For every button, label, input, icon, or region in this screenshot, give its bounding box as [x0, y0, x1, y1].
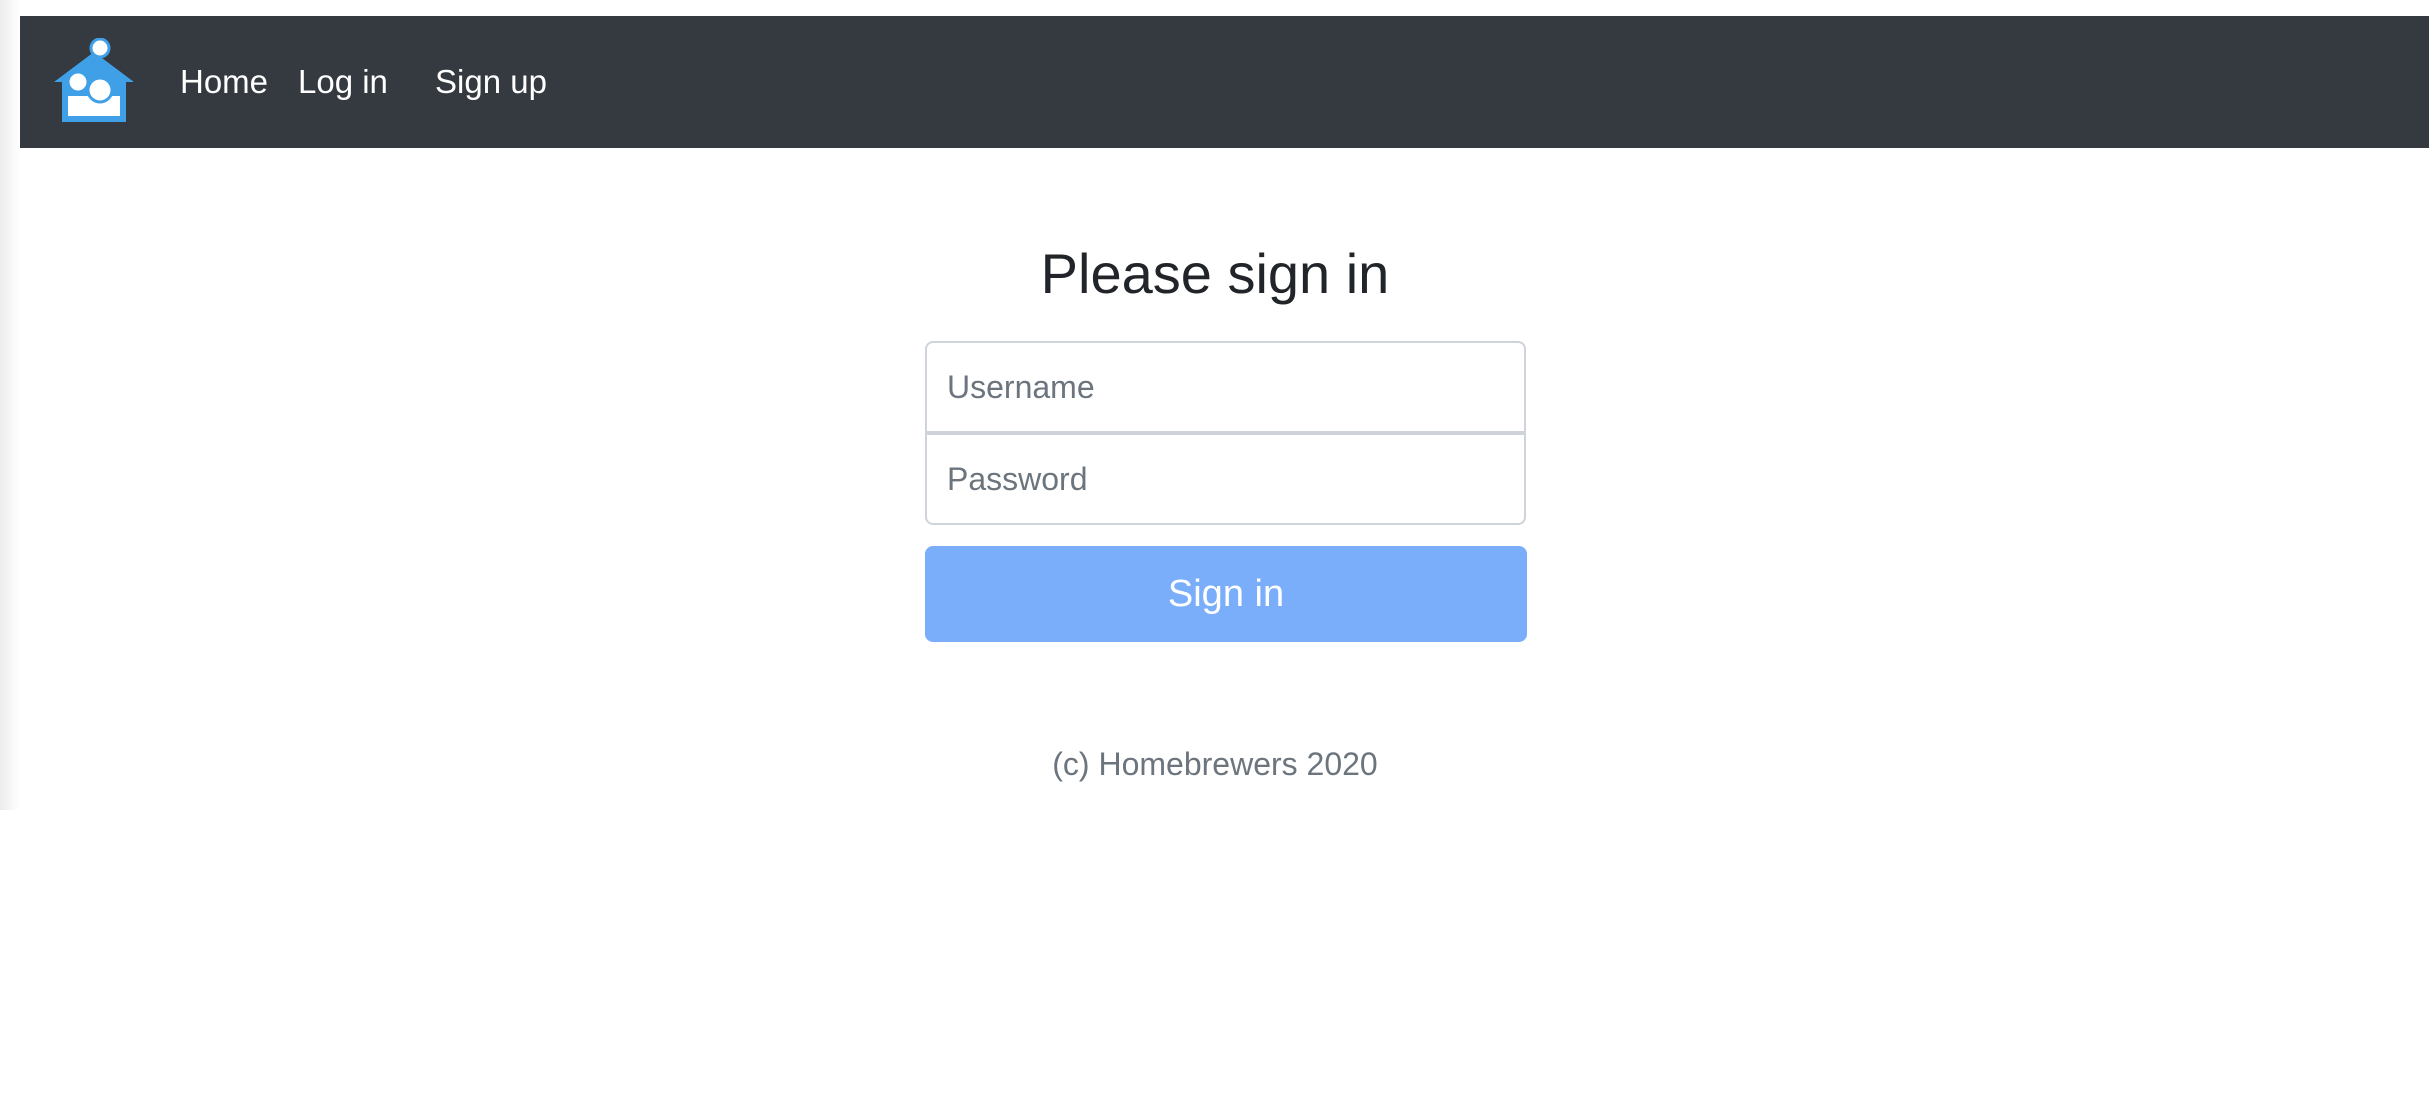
top-navbar: Home Log in Sign up	[20, 16, 2429, 148]
nav-link-login[interactable]: Log in	[298, 16, 388, 148]
sign-in-button[interactable]: Sign in	[925, 546, 1527, 642]
nav-link-home[interactable]: Home	[180, 16, 268, 148]
brand-logo-link[interactable]	[50, 37, 138, 124]
footer-copyright: (c) Homebrewers 2020	[1052, 746, 1378, 782]
page-title: Please sign in	[1040, 242, 1390, 305]
page-edge-shadow	[0, 0, 20, 810]
family-house-logo-icon	[54, 37, 134, 122]
nav-link-signup[interactable]: Sign up	[435, 16, 547, 148]
username-input[interactable]	[925, 341, 1526, 433]
password-input[interactable]	[925, 433, 1526, 525]
